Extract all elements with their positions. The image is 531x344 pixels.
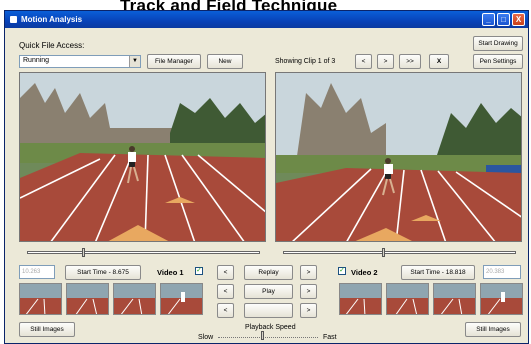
video-2-thumbnail-2[interactable] [386,283,429,315]
video-1-time-box[interactable]: 10.263 [19,265,55,279]
video-2-checkbox[interactable]: ✓ [338,267,346,275]
playback-slow-label: Slow [198,334,214,341]
next-clip-button[interactable]: > [377,54,394,69]
playback-speed-slider[interactable] [218,331,318,340]
start-drawing-button[interactable]: Start Drawing [473,36,523,51]
video-2-label: Video 2 [351,268,378,277]
step-back-button-3[interactable]: < [217,303,234,318]
clear-button[interactable]: X [429,54,449,69]
fast-forward-button[interactable]: >> [399,54,421,69]
video-2-thumbnail-4[interactable] [480,283,523,315]
video-2-player[interactable] [275,72,522,242]
app-icon [10,16,17,23]
video-1-thumbnail-4[interactable] [160,283,203,315]
maximize-button[interactable]: □ [497,13,510,26]
new-button[interactable]: New [207,54,243,69]
video-2-scrubber[interactable] [283,248,516,257]
video-2-thumbnail-3[interactable] [433,283,476,315]
video-2-scrub-thumb[interactable] [382,248,385,257]
prev-clip-button[interactable]: < [355,54,372,69]
still-images-left-button[interactable]: Still Images [19,322,75,337]
minimize-button[interactable]: _ [482,13,495,26]
pen-settings-button[interactable]: Pen Settings [473,54,523,69]
step-forward-button-3[interactable]: > [300,303,317,318]
playback-speed-label: Playback Speed [245,324,296,331]
step-forward-button-1[interactable]: > [300,265,317,280]
quick-file-select[interactable]: Running ▼ [19,55,141,68]
video-1-start-time-button[interactable]: Start Time - 8.675 [65,265,141,280]
video-1-thumbnail-1[interactable] [19,283,62,315]
step-back-button-2[interactable]: < [217,284,234,299]
title-bar[interactable]: Motion Analysis _ □ X [5,11,528,28]
replay-button[interactable]: Replay [244,265,293,280]
video-1-scrub-thumb[interactable] [82,248,85,257]
step-forward-button-2[interactable]: > [300,284,317,299]
blank-button[interactable] [244,303,293,318]
playback-speed-thumb[interactable] [261,331,264,340]
still-images-right-button[interactable]: Still Images [465,322,521,337]
video-1-thumbnail-2[interactable] [66,283,109,315]
video-2-time-box[interactable]: 20.383 [483,265,521,279]
quick-file-value: Running [23,57,50,64]
video-1-player[interactable] [19,72,266,242]
close-button[interactable]: X [512,13,525,26]
video-1-label: Video 1 [157,268,184,277]
clip-status: Showing Clip 1 of 3 [275,58,336,65]
window-title: Motion Analysis [21,15,83,24]
video-2-thumbnail-1[interactable] [339,283,382,315]
play-button[interactable]: Play [244,284,293,299]
step-back-button-1[interactable]: < [217,265,234,280]
playback-fast-label: Fast [323,334,337,341]
quick-file-label: Quick File Access: [19,41,85,50]
motion-analysis-window: Motion Analysis _ □ X Quick File Access:… [4,10,529,344]
file-manager-button[interactable]: File Manager [147,54,201,69]
video-1-scrubber[interactable] [27,248,260,257]
video-1-thumbnail-3[interactable] [113,283,156,315]
video-2-start-time-button[interactable]: Start Time - 18.818 [401,265,475,280]
video-1-checkbox[interactable]: ✓ [195,267,203,275]
chevron-down-icon[interactable]: ▼ [129,56,140,67]
